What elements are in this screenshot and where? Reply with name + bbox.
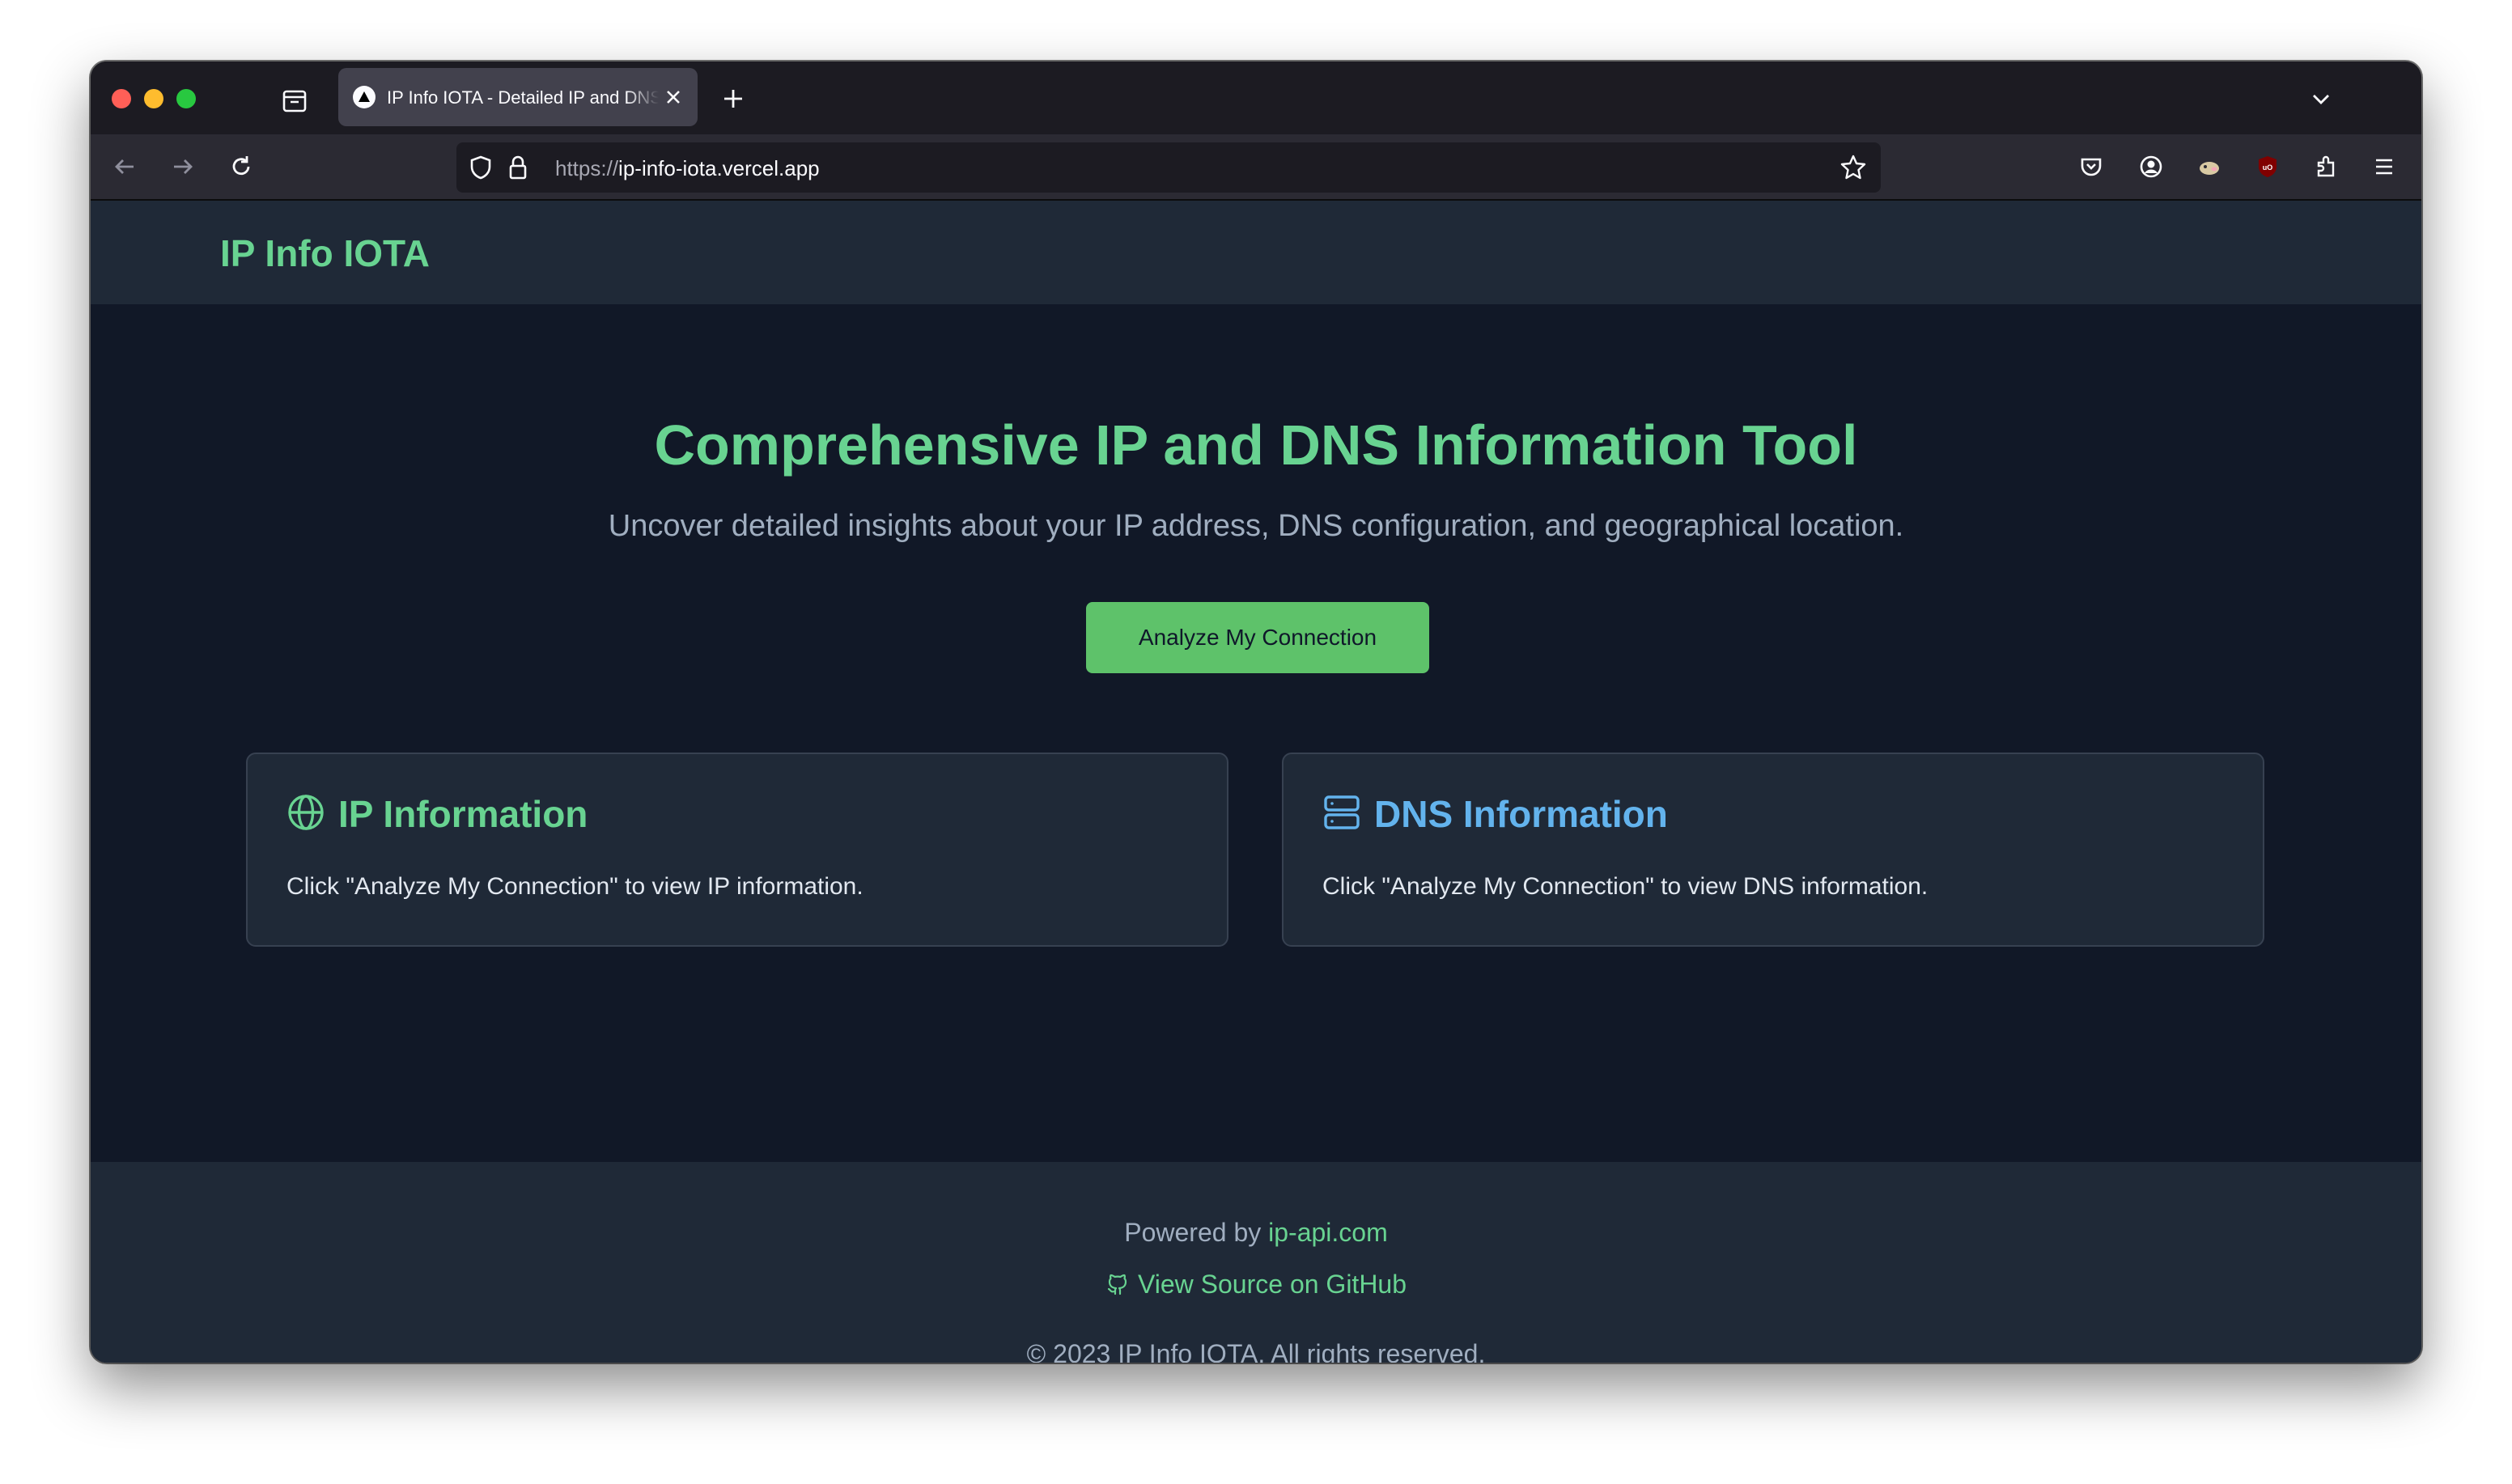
web-page: IP Info IOTA Comprehensive IP and DNS In… bbox=[91, 201, 2421, 1363]
account-icon[interactable] bbox=[2135, 151, 2167, 183]
close-window-button[interactable] bbox=[112, 89, 131, 108]
dns-information-card: DNS Information Click "Analyze My Connec… bbox=[1282, 753, 2264, 947]
globe-icon bbox=[286, 793, 325, 832]
extension-pig-icon[interactable] bbox=[2193, 151, 2226, 183]
dns-card-title: DNS Information bbox=[1374, 793, 1668, 835]
ip-card-text: Click "Analyze My Connection" to view IP… bbox=[286, 873, 864, 900]
site-logo[interactable]: IP Info IOTA bbox=[220, 233, 430, 273]
svg-text:uO: uO bbox=[2263, 163, 2273, 172]
github-link-label: View Source on GitHub bbox=[1137, 1270, 1407, 1299]
powered-by-line: Powered by ip-api.com bbox=[91, 1217, 2421, 1248]
hero-subtitle: Uncover detailed insights about your IP … bbox=[608, 509, 1904, 543]
url-host: ip-info-iota.vercel.app bbox=[618, 156, 820, 180]
lock-icon[interactable] bbox=[502, 151, 534, 184]
pocket-icon[interactable] bbox=[2075, 151, 2107, 183]
github-link[interactable]: View Source on GitHub bbox=[1105, 1270, 1407, 1299]
address-bar[interactable]: https://ip-info-iota.vercel.app bbox=[456, 142, 1881, 193]
ip-information-card: IP Information Click "Analyze My Connect… bbox=[246, 753, 1228, 947]
navigation-toolbar: https://ip-info-iota.vercel.app uO bbox=[91, 134, 2421, 201]
tab-strip: IP Info IOTA - Detailed IP and DNS Infor… bbox=[91, 61, 2421, 134]
powered-by-label: Powered by bbox=[1124, 1218, 1269, 1247]
ublock-icon[interactable]: uO bbox=[2251, 151, 2284, 183]
github-icon bbox=[1105, 1272, 1130, 1296]
chevron-down-icon[interactable] bbox=[2306, 84, 2336, 113]
plus-icon[interactable] bbox=[719, 84, 748, 113]
reload-icon[interactable] bbox=[225, 151, 257, 183]
vercel-favicon-icon bbox=[353, 86, 376, 108]
server-icon bbox=[1322, 793, 1361, 832]
ip-card-title: IP Information bbox=[338, 793, 588, 835]
back-arrow-icon[interactable] bbox=[108, 151, 141, 183]
github-line: View Source on GitHub bbox=[91, 1269, 2421, 1300]
site-header: IP Info IOTA bbox=[91, 201, 2421, 304]
copyright-text: © 2023 IP Info IOTA. All rights reserved… bbox=[1026, 1339, 1486, 1363]
active-tab[interactable]: IP Info IOTA - Detailed IP and DNS Infor… bbox=[338, 68, 698, 126]
dns-card-text: Click "Analyze My Connection" to view DN… bbox=[1322, 873, 1929, 900]
url-text[interactable]: https://ip-info-iota.vercel.app bbox=[555, 156, 820, 180]
tab-title: IP Info IOTA - Detailed IP and DNS Infor… bbox=[387, 87, 659, 108]
site-footer: Powered by ip-api.com View Source on Git… bbox=[91, 1162, 2421, 1363]
forward-arrow-icon[interactable] bbox=[167, 151, 199, 183]
hamburger-menu-icon[interactable] bbox=[2368, 151, 2400, 183]
hero-title: Comprehensive IP and DNS Information Too… bbox=[654, 413, 1858, 477]
minimize-window-button[interactable] bbox=[144, 89, 163, 108]
star-icon[interactable] bbox=[1837, 151, 1869, 184]
analyze-connection-button[interactable]: Analyze My Connection bbox=[1086, 602, 1429, 673]
browser-window: IP Info IOTA - Detailed IP and DNS Infor… bbox=[91, 61, 2421, 1363]
ip-api-link[interactable]: ip-api.com bbox=[1268, 1218, 1388, 1247]
extensions-puzzle-icon[interactable] bbox=[2310, 151, 2342, 183]
tab-manager-icon[interactable] bbox=[278, 84, 311, 117]
close-icon[interactable] bbox=[662, 86, 685, 108]
shield-icon[interactable] bbox=[465, 151, 497, 184]
maximize-window-button[interactable] bbox=[176, 89, 196, 108]
url-scheme: https:// bbox=[555, 156, 619, 180]
